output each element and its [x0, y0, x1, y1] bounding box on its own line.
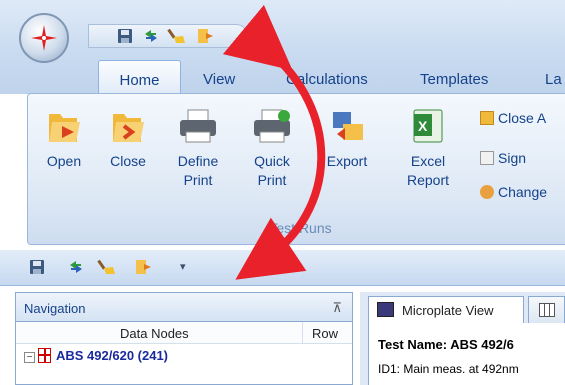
id1-text: ID1: Main meas. at 492nm [378, 362, 519, 376]
close-all-button[interactable]: Close A [480, 110, 546, 126]
export-icon [333, 112, 363, 140]
quick-print-button[interactable]: Quick Print [242, 106, 302, 190]
save-icon[interactable] [115, 27, 135, 45]
tab-home[interactable]: Home [98, 60, 181, 96]
define-print-label-line2: Print [183, 172, 213, 188]
quick-access-toolbar [88, 24, 248, 48]
navigation-pane: Navigation ⊼ Data Nodes Row − ABS 492/620… [15, 292, 353, 385]
navigation-title: Navigation [24, 301, 86, 316]
column-header-row[interactable]: Row [312, 326, 338, 341]
quick-print-label-line1: Quick [254, 153, 290, 169]
ribbon-tab-row: Home View Calculations Templates La [0, 52, 565, 96]
pin-icon[interactable]: ⊼ [332, 300, 342, 316]
quick-printer-icon [254, 109, 290, 143]
excel-report-label-line2: Report [406, 172, 450, 188]
application-menu-button[interactable] [19, 13, 69, 63]
change-button[interactable]: Change [480, 184, 547, 200]
tree-node-label: ABS 492/620 (241) [56, 348, 169, 363]
open-label: Open [46, 153, 82, 169]
quick-access-toolbar-below: ▾ [0, 250, 565, 286]
define-print-label-line1: Define [177, 153, 219, 169]
close-all-label: Close A [498, 110, 547, 126]
document-pane: Microplate View Test Name: ABS 492/6 ID1… [360, 292, 565, 385]
excel-report-label-line1: Excel [410, 153, 446, 169]
tab-view[interactable]: View [203, 71, 235, 88]
close-label: Close [110, 153, 146, 169]
export-label: Export [326, 153, 368, 169]
define-print-button[interactable]: Define Print [168, 106, 228, 190]
close-all-icon [480, 111, 494, 125]
close-document-icon[interactable] [195, 27, 215, 45]
printer-icon [180, 109, 216, 143]
ribbon-panel: Open Close Define Print Quick Print Expo… [27, 93, 565, 245]
broom-icon[interactable] [167, 27, 187, 45]
collapse-icon[interactable]: − [24, 352, 35, 363]
open-button[interactable]: Open [42, 106, 86, 171]
sign-button[interactable]: Sign [480, 150, 526, 166]
microplate-icon [377, 302, 394, 317]
close-folder-icon [113, 114, 144, 142]
tab-layout[interactable]: La [545, 71, 562, 88]
compass-star-icon [31, 25, 57, 51]
tab-table-view[interactable] [528, 296, 565, 323]
grid-icon [539, 303, 555, 317]
tree-node[interactable]: − ABS 492/620 (241) [24, 348, 168, 363]
change-label: Change [498, 184, 548, 200]
ribbon-group-label: Test Runs [269, 220, 332, 236]
test-name-text: Test Name: ABS 492/6 [378, 337, 514, 352]
open-folder-icon [49, 114, 80, 142]
broom-icon[interactable] [97, 258, 117, 276]
test-node-icon [38, 348, 51, 363]
save-icon[interactable] [27, 258, 47, 276]
excel-report-button[interactable]: X Excel Report [400, 106, 456, 190]
sign-icon [480, 151, 494, 165]
users-icon [480, 185, 494, 199]
column-header-data-nodes[interactable]: Data Nodes [120, 326, 189, 341]
sign-label: Sign [498, 150, 527, 166]
svg-text:X: X [418, 118, 428, 134]
tab-microplate-view[interactable]: Microplate View [368, 296, 524, 323]
microplate-tab-label: Microplate View [402, 303, 494, 318]
navigation-header: Navigation ⊼ [16, 293, 352, 322]
export-button[interactable]: Export [320, 106, 374, 171]
qat-customize-dropdown-below[interactable]: ▾ [180, 260, 186, 273]
close-button[interactable]: Close [106, 106, 150, 171]
excel-icon: X [413, 109, 443, 143]
qat-customize-dropdown[interactable]: ▾ [262, 28, 268, 41]
navigation-columns: Data Nodes Row [16, 322, 352, 344]
quick-print-label-line2: Print [257, 172, 287, 188]
title-bar: ▾ [0, 0, 565, 63]
microplate-view-content: Test Name: ABS 492/6 ID1: Main meas. at … [368, 323, 565, 385]
refresh-icon[interactable] [141, 27, 161, 45]
tab-templates[interactable]: Templates [420, 71, 488, 88]
refresh-icon[interactable] [66, 258, 86, 276]
column-divider [302, 322, 303, 344]
close-document-icon[interactable] [133, 258, 153, 276]
tab-calculations[interactable]: Calculations [286, 71, 368, 88]
